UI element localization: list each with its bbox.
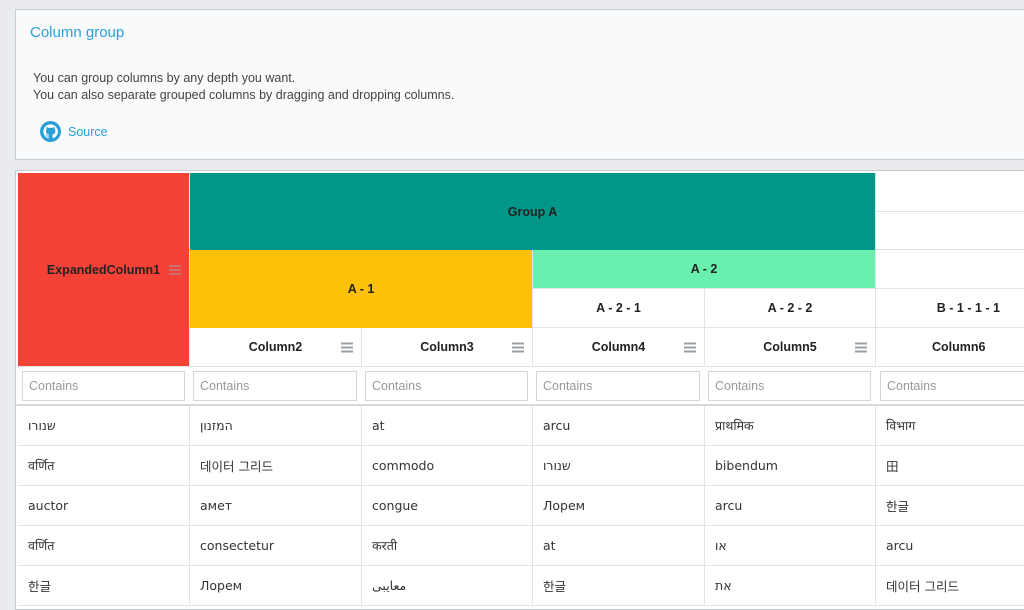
header-a-2-1-label: A - 2 - 1 [596,301,641,315]
header-a-2-label: A - 2 [690,262,718,276]
header-column2-label: Column2 [248,340,303,354]
header-empty-2 [876,212,1024,250]
table-cell[interactable]: 田 [876,446,1024,486]
table-cell[interactable]: विभाग [876,406,1024,446]
header-column4[interactable]: Column4 [533,328,705,367]
github-icon [40,121,61,142]
source-link[interactable]: Source [40,121,108,142]
column-menu-icon[interactable] [169,265,181,275]
header-expandedcolumn1-label: ExpandedColumn1 [46,262,161,277]
filter-input-column4[interactable] [536,371,700,401]
table-cell[interactable]: 한글 [876,486,1024,526]
table-cell[interactable]: 데이터 그리드 [190,446,362,486]
table-cell[interactable]: או [705,526,876,566]
table-cell[interactable]: המזנון [190,406,362,446]
table-cell[interactable]: प्राथमिक [705,406,876,446]
filter-input-column5[interactable] [708,371,871,401]
table-cell[interactable]: 한글 [533,566,705,606]
table-cell[interactable]: 데이터 그리드 [876,566,1024,606]
table-cell[interactable]: Лорем [190,566,362,606]
column-menu-icon[interactable] [512,342,524,352]
description-line-1: You can group columns by any depth you w… [33,71,296,85]
header-empty-1 [876,173,1024,212]
header-a-2-2[interactable]: A - 2 - 2 [705,289,876,328]
table-cell[interactable]: at [362,406,533,446]
table-cell[interactable]: 한글 [18,566,190,606]
table-cell[interactable]: את [705,566,876,606]
description: You can group columns by any depth you w… [33,70,454,104]
source-label: Source [68,124,108,139]
header-column6-label: Column6 [932,340,986,354]
table-cell[interactable]: arcu [705,486,876,526]
table-cell[interactable]: שנורו [18,406,190,446]
header-column3[interactable]: Column3 [362,328,533,367]
header-b-1-1-1[interactable]: B - 1 - 1 - 1 [876,289,1024,328]
table-cell[interactable]: करती [362,526,533,566]
header-a-1[interactable]: A - 1 [190,250,533,328]
header-column5-label: Column5 [763,340,817,354]
header-column4-label: Column4 [591,340,646,354]
table-cell[interactable]: commodo [362,446,533,486]
header-empty-3 [876,250,1024,289]
header-a-1-label: A - 1 [347,282,375,296]
column-menu-icon[interactable] [855,342,867,352]
table-cell[interactable]: bibendum [705,446,876,486]
data-grid: ExpandedColumn1 Group A A - 1 A - 2 A - … [15,170,1024,610]
intro-panel: Column group You can group columns by an… [15,9,1024,160]
column-menu-icon[interactable] [684,342,696,352]
table-cell[interactable]: arcu [876,526,1024,566]
table-cell[interactable]: שנורו [533,446,705,486]
header-expandedcolumn1[interactable]: ExpandedColumn1 [18,173,190,367]
header-group-a[interactable]: Group A [190,173,876,250]
table-cell[interactable]: वर्णित [18,446,190,486]
table-cell[interactable]: معايبى [362,566,533,606]
description-line-2: You can also separate grouped columns by… [33,88,455,102]
table-cell[interactable]: arcu [533,406,705,446]
table-cell[interactable]: Лорем [533,486,705,526]
filter-input-expandedcolumn1[interactable] [22,371,185,401]
table-cell[interactable]: वर्णित [18,526,190,566]
header-column3-label: Column3 [420,340,474,354]
header-a-2-1[interactable]: A - 2 - 1 [533,289,705,328]
header-b-1-1-1-label: B - 1 - 1 - 1 [936,301,1000,315]
header-a-2[interactable]: A - 2 [533,250,876,289]
filter-row [16,367,1024,406]
header-column5[interactable]: Column5 [705,328,876,367]
filter-input-column6[interactable] [880,371,1024,401]
table-cell[interactable]: congue [362,486,533,526]
header-column6[interactable]: Column6 [876,328,1024,367]
table-cell[interactable]: амет [190,486,362,526]
table-cell[interactable]: auctor [18,486,190,526]
header-column2[interactable]: Column2 [190,328,362,367]
page-title: Column group [30,24,125,41]
table-cell[interactable]: consectetur [190,526,362,566]
filter-input-column3[interactable] [365,371,528,401]
table-cell[interactable]: at [533,526,705,566]
header-a-2-2-label: A - 2 - 2 [767,301,813,315]
header-group-a-label: Group A [507,204,558,219]
column-menu-icon[interactable] [341,342,353,352]
filter-input-column2[interactable] [193,371,357,401]
